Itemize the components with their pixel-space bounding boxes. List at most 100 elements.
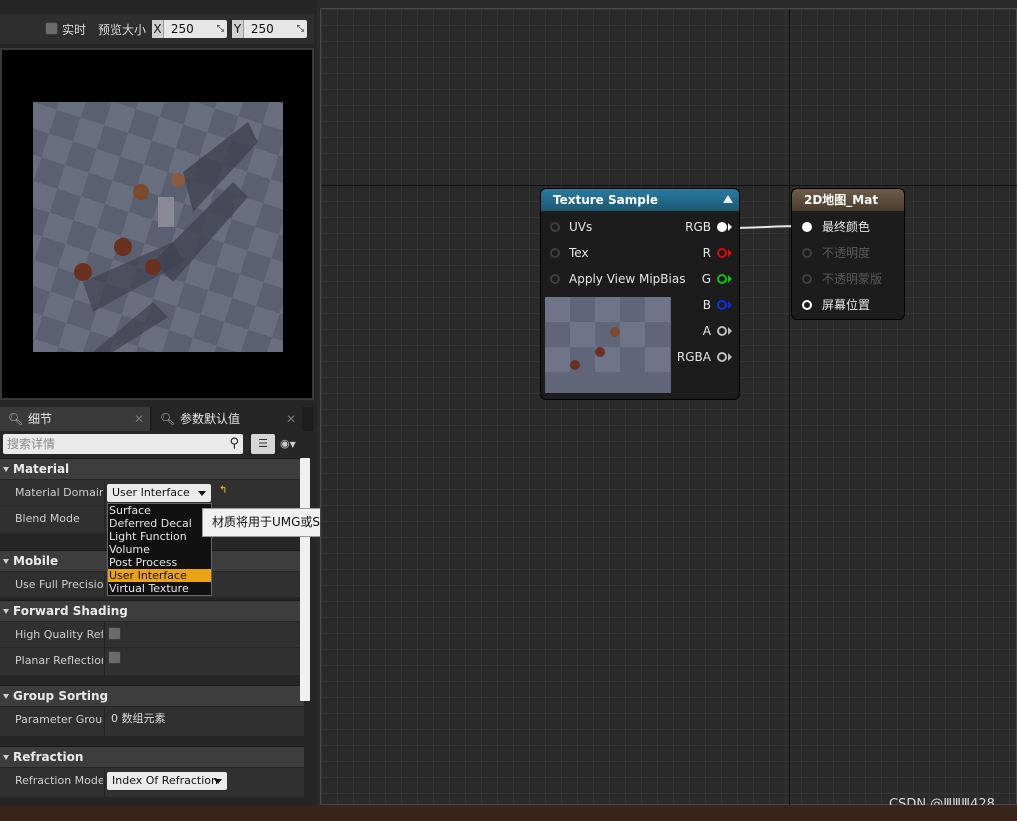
search-details-icon: 🔍︎ — [8, 412, 24, 426]
material-preview-viewport[interactable] — [0, 48, 314, 400]
input-pin[interactable] — [802, 222, 812, 232]
realtime-label: 实时 — [62, 23, 87, 37]
close-icon[interactable]: ✕ — [286, 407, 296, 431]
parameter-group-value: 0 数组元素 — [111, 712, 166, 725]
dropdown-option[interactable]: Post Process — [108, 556, 211, 569]
y-axis-label: Y — [232, 20, 244, 38]
connection-wire — [727, 225, 804, 229]
material-graph-canvas[interactable]: Texture Sample UVs Tex Apply View MipBias … — [320, 8, 1017, 812]
input-pin-label: Tex — [569, 246, 589, 260]
input-pin[interactable] — [550, 248, 560, 258]
view-options-button[interactable]: ◉▼ — [280, 434, 310, 454]
search-details-input[interactable]: 搜索详情 ⚲ — [3, 434, 243, 454]
material-domain-label: Material Domain — [15, 486, 103, 499]
eye-icon: ◉ — [280, 437, 290, 450]
input-pin-label: 不透明蒙版 — [822, 272, 883, 286]
resize-arrow-icon: ⤡ — [216, 24, 224, 34]
output-pin-label: G — [701, 272, 711, 286]
planar-reflections-checkbox[interactable] — [108, 651, 121, 664]
material-result-node[interactable]: 2D地图_Mat 最终颜色不透明度不透明蒙版屏幕位置 — [792, 189, 904, 319]
pin-arrow-icon — [728, 249, 732, 257]
blend-mode-label: Blend Mode — [15, 512, 80, 525]
high-quality-reflections-label: High Quality Reflections — [15, 628, 103, 641]
texture-sample-title[interactable]: Texture Sample — [541, 189, 739, 211]
input-pin[interactable] — [802, 248, 812, 258]
realtime-checkbox[interactable] — [45, 22, 58, 35]
output-pin[interactable] — [717, 222, 727, 232]
texture-thumbnail — [545, 297, 671, 393]
high-quality-reflections-checkbox[interactable] — [108, 627, 121, 640]
parameter-group-label: Parameter Group — [15, 713, 103, 726]
close-icon[interactable]: ✕ — [134, 407, 144, 431]
search-placeholder: 搜索详情 — [7, 437, 56, 451]
preview-y-input[interactable]: Y 250 ⤡ — [232, 20, 307, 38]
input-pin-label: 不透明度 — [822, 246, 871, 260]
output-pin[interactable] — [717, 326, 727, 336]
chevron-down-icon — [214, 779, 222, 784]
material-domain-combo[interactable]: User Interface — [107, 484, 211, 502]
section-material[interactable]: Material — [0, 458, 304, 479]
output-pin-label: R — [702, 246, 711, 260]
pin-arrow-icon — [728, 327, 732, 335]
details-tab-bar: 🔍︎ 细节 ✕ 🔍︎ 参数默认值 ✕ — [0, 407, 314, 431]
output-pin-label: RGB — [685, 220, 711, 234]
section-refraction[interactable]: Refraction — [0, 746, 304, 767]
thumbnail-image — [545, 297, 671, 393]
refraction-mode-label: Refraction Mode — [15, 774, 103, 787]
reset-to-default-icon[interactable]: ↰ — [219, 485, 227, 496]
input-pin-label: Apply View MipBias — [569, 272, 686, 286]
input-pin[interactable] — [802, 274, 812, 284]
search-row: 搜索详情 ⚲ ☰ ◉▼ — [0, 433, 314, 455]
left-panel: 实时 预览大小 X 250 ⤡ Y 250 ⤡ 🔍︎ 细节 ✕ 🔍︎ 参数默认值… — [0, 0, 360, 805]
row-parameter-group: Parameter Group 0 数组元素 — [0, 707, 304, 737]
dropdown-option[interactable]: Light Function — [108, 530, 211, 543]
bottom-strip — [0, 805, 1017, 821]
input-pin-label: 屏幕位置 — [822, 298, 871, 312]
section-forward-shading[interactable]: Forward Shading — [0, 600, 304, 621]
search-icon: ⚲ — [229, 436, 239, 451]
dropdown-option[interactable]: Volume — [108, 543, 211, 556]
output-pin-label: B — [702, 298, 711, 312]
input-pin[interactable] — [550, 222, 560, 232]
collapse-icon[interactable] — [723, 195, 733, 203]
row-refraction-mode: Refraction Mode Index Of Refraction — [0, 768, 304, 798]
output-pin-label: RGBA — [676, 350, 711, 364]
section-group-sorting[interactable]: Group Sorting — [0, 685, 304, 706]
scene-image — [33, 102, 283, 352]
chevron-down-icon — [198, 491, 206, 496]
preview-toolbar: 实时 预览大小 X 250 ⤡ Y 250 ⤡ — [0, 14, 314, 44]
planar-reflections-label: Planar Reflections — [15, 654, 103, 667]
output-pin[interactable] — [717, 352, 727, 362]
list-view-icon: ☰ — [258, 437, 268, 450]
details-scrollbar[interactable] — [300, 458, 310, 701]
tab-details[interactable]: 🔍︎ 细节 ✕ — [0, 407, 150, 431]
texture-sample-node[interactable]: Texture Sample UVs Tex Apply View MipBias … — [541, 189, 739, 399]
output-pin[interactable] — [717, 274, 727, 284]
pin-arrow-icon — [728, 275, 732, 283]
pin-arrow-icon — [728, 353, 732, 361]
input-pin-label: 最终颜色 — [822, 220, 871, 234]
search-params-icon: 🔍︎ — [160, 412, 176, 426]
row-high-quality-reflections: High Quality Reflections — [0, 622, 304, 648]
refraction-mode-value: Index Of Refraction — [112, 774, 218, 787]
material-domain-dropdown-list: Surface Deferred Decal Light Function Volum… — [107, 503, 212, 596]
material-result-title[interactable]: 2D地图_Mat — [792, 189, 904, 211]
dropdown-option[interactable]: User Interface — [108, 569, 211, 582]
input-pin-label: UVs — [569, 220, 593, 234]
output-pin-label: A — [702, 324, 711, 338]
refraction-mode-combo[interactable]: Index Of Refraction — [107, 772, 227, 790]
tab-parameter-defaults[interactable]: 🔍︎ 参数默认值 ✕ — [152, 407, 302, 431]
input-pin[interactable] — [550, 274, 560, 284]
output-pin[interactable] — [717, 300, 727, 310]
output-pin[interactable] — [717, 248, 727, 258]
dropdown-option[interactable]: Surface — [108, 504, 211, 517]
preview-texture-image — [33, 102, 283, 352]
dropdown-option[interactable]: Virtual Texture — [108, 582, 211, 595]
property-matrix-button[interactable]: ☰ — [251, 434, 275, 454]
pin-arrow-icon — [728, 223, 732, 231]
input-pin[interactable] — [802, 300, 812, 310]
preview-x-input[interactable]: X 250 ⤡ — [152, 20, 227, 38]
use-full-precision-label: Use Full Precision — [15, 578, 103, 591]
dropdown-option[interactable]: Deferred Decal — [108, 517, 211, 530]
x-axis-label: X — [152, 20, 164, 38]
